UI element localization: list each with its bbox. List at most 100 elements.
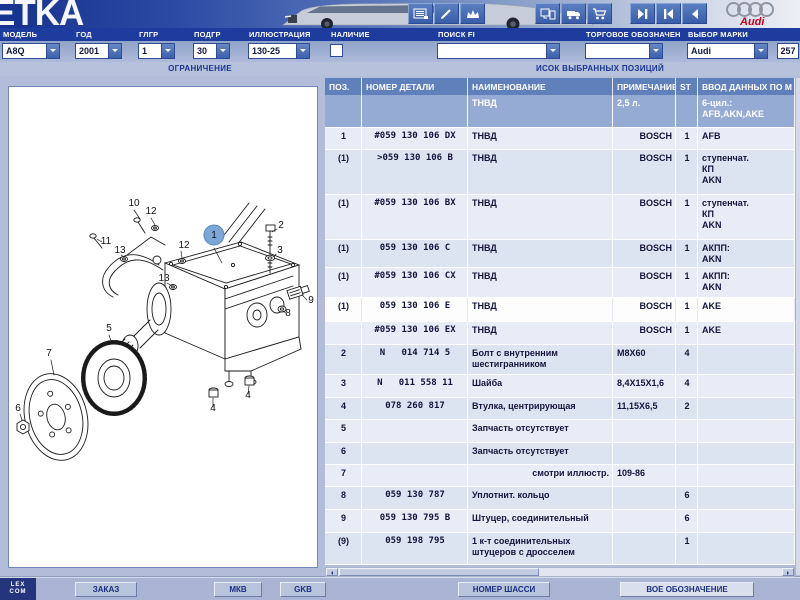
footer-button-2[interactable]: МКВ [214, 582, 262, 597]
cell-pos: 7 [325, 465, 362, 487]
diagram-callout-5[interactable]: 5 [106, 323, 112, 334]
table-row[interactable]: #059 130 106 EXТНВДBOSCH1AKE [325, 322, 795, 345]
toolbar-button-cart-icon[interactable] [587, 3, 612, 24]
cell-note [613, 443, 676, 465]
filter-combo-7[interactable] [437, 43, 560, 59]
scroll-left-icon[interactable] [326, 568, 338, 576]
toolbar-button-list-icon[interactable] [408, 3, 433, 24]
filter-combo-5[interactable]: 130-25 [248, 43, 310, 59]
table-row[interactable]: 1#059 130 106 DXТНВДBOSCH1AFB [325, 128, 795, 150]
cell-part: #059 130 106 CX [362, 268, 468, 298]
chevron-down-icon[interactable] [108, 44, 121, 58]
footer-button-3[interactable]: GKB [280, 582, 326, 597]
table-row[interactable]: 4078 260 817Втулка, центрирующая11,15X6,… [325, 398, 795, 420]
diagram-callout-13[interactable]: 13 [114, 245, 126, 256]
cell-note: BOSCH [613, 128, 676, 150]
table-row[interactable]: 7смотри иллюстр.109-86 [325, 465, 795, 487]
diagram-callout-4[interactable]: 4 [210, 403, 216, 414]
cell-pos: 4 [325, 398, 362, 420]
scrollbar-thumb[interactable] [339, 568, 539, 576]
chevron-down-icon[interactable] [46, 44, 59, 58]
table-row[interactable]: 2N 014 714 5Болт с внутренним шестигранн… [325, 345, 795, 375]
availability-checkbox[interactable] [330, 44, 343, 57]
table-row[interactable]: 6Запчасть отсутствует [325, 443, 795, 465]
chevron-down-icon[interactable] [649, 44, 662, 58]
diagram-callout-12[interactable]: 12 [178, 240, 190, 251]
cell-note: 109-86 [613, 465, 676, 487]
toolbar-button-devices-icon[interactable] [535, 3, 560, 24]
table-row[interactable]: 3N 011 558 11Шайба8,4X15X1,64 [325, 375, 795, 398]
diagram-callout-13[interactable]: 13 [158, 273, 170, 284]
cell-model [698, 443, 795, 465]
filter-label-3: ГЛГР [139, 30, 158, 39]
diagram-callout-10[interactable]: 10 [128, 198, 140, 209]
diagram-callout-4[interactable]: 4 [245, 390, 251, 401]
diagram-callout-8[interactable]: 8 [285, 308, 291, 319]
cell-note: 11,15X6,5 [613, 398, 676, 420]
filter-combo-1[interactable]: A8Q [2, 43, 60, 59]
filter-combo-3[interactable]: 1 [138, 43, 175, 59]
lexcom-logo-line1: LEX [11, 582, 26, 588]
diagram-callout-3[interactable]: 3 [277, 245, 283, 256]
filter-combo-2[interactable]: 2001 [75, 43, 122, 59]
brand-code-readout: 257 [777, 43, 799, 59]
cell-part: N 014 714 5 [362, 345, 468, 375]
diagram-callout-11[interactable]: 11 [101, 236, 112, 247]
cell-model: ступенчат. КП AKN [698, 195, 795, 240]
footer-button-4[interactable]: НОМЕР ШАССИ [458, 582, 550, 597]
footer-button-5[interactable]: ВОЕ ОБОЗНАЧЕНИЕ [620, 582, 754, 597]
table-row[interactable]: (1)059 130 106 CТНВДBOSCH1АКПП: AKN [325, 240, 795, 268]
table-row[interactable]: 5Запчасть отсутствует [325, 420, 795, 443]
cell-qty: 1 [676, 298, 698, 322]
chevron-down-icon[interactable] [161, 44, 174, 58]
table-row[interactable]: (1)>059 130 106 BТНВДBOSCH1ступенчат. КП… [325, 150, 795, 195]
footer-button-1[interactable]: ЗАКАЗ [75, 582, 137, 597]
chevron-down-icon[interactable] [216, 44, 229, 58]
toolbar-button-truck-icon[interactable] [561, 3, 586, 24]
horizontal-scrollbar[interactable] [325, 567, 795, 577]
toolbar-button-nav-end-icon[interactable] [630, 3, 655, 24]
chevron-down-icon[interactable] [754, 44, 767, 58]
filter-combo-8[interactable] [585, 43, 663, 59]
vertical-scrollbar[interactable] [795, 78, 800, 575]
diagram-callout-7[interactable]: 7 [46, 348, 52, 359]
cell-note [613, 420, 676, 443]
table-subheader-row: ТНВД2,5 л.6-цил.: AFB,AKN,AKE [325, 95, 795, 128]
cell-qty: 1 [676, 268, 698, 298]
toolbar-button-nav-first-icon[interactable] [656, 3, 681, 24]
diagram-callout-1[interactable]: 1 [211, 230, 217, 241]
cell-pos: (9) [325, 533, 362, 565]
filter-label-8: ТОРГОВОЕ ОБОЗНАЧЕН [586, 30, 681, 39]
cell-note: BOSCH [613, 240, 676, 268]
chevron-down-icon[interactable] [296, 44, 309, 58]
diagram-callout-2[interactable]: 2 [278, 220, 284, 231]
status-bar: LEX COM ЗАКАЗ МКВ GKB НОМЕР ШАССИ ВОЕ ОБОЗНА… [0, 577, 800, 600]
cell-model: ступенчат. КП AKN [698, 150, 795, 195]
table-row[interactable]: (1)#059 130 106 CXТНВДBOSCH1АКПП: AKN [325, 268, 795, 298]
table-row[interactable]: (1)#059 130 106 BXТНВДBOSCH1ступенчат. К… [325, 195, 795, 240]
filter-combo-4[interactable]: 30 [193, 43, 230, 59]
table-row[interactable]: 8059 130 787Уплотнит. кольцо6 [325, 487, 795, 510]
table-row[interactable]: 9059 130 795 BШтуцер, соединительный6 [325, 510, 795, 533]
diagram-callout-6[interactable]: 6 [15, 403, 21, 414]
devices-icon [540, 7, 556, 21]
diagram-callout-9[interactable]: 9 [308, 295, 314, 306]
toolbar-button-nav-back-icon[interactable] [682, 3, 707, 24]
cell-model: 6-цил.: AFB,AKN,AKE [698, 95, 795, 128]
column-header-3: НАИМЕНОВАНИЕ [468, 78, 613, 95]
cell-pos: 3 [325, 375, 362, 398]
toolbar-button-crown-icon[interactable] [460, 3, 485, 24]
table-row[interactable]: (9)059 198 7951 к-т соединительных штуце… [325, 533, 795, 565]
scroll-right-icon[interactable] [782, 568, 794, 576]
cell-name: Уплотнит. кольцо [468, 487, 613, 510]
filter-combo-9[interactable]: Audi [687, 43, 768, 59]
cell-name: ТНВД [468, 322, 613, 345]
column-header-5: ST [676, 78, 698, 95]
diagram-callout-12[interactable]: 12 [145, 206, 157, 217]
toolbar-button-pencil-icon[interactable] [434, 3, 459, 24]
chevron-down-icon[interactable] [546, 44, 559, 58]
cell-note: BOSCH [613, 298, 676, 322]
table-row[interactable]: (1)059 130 106 EТНВДBOSCH1AKE [325, 298, 795, 322]
lexcom-logo-line2: COM [10, 589, 27, 595]
column-header-4: ПРИМЕЧАНИЕ [613, 78, 676, 95]
